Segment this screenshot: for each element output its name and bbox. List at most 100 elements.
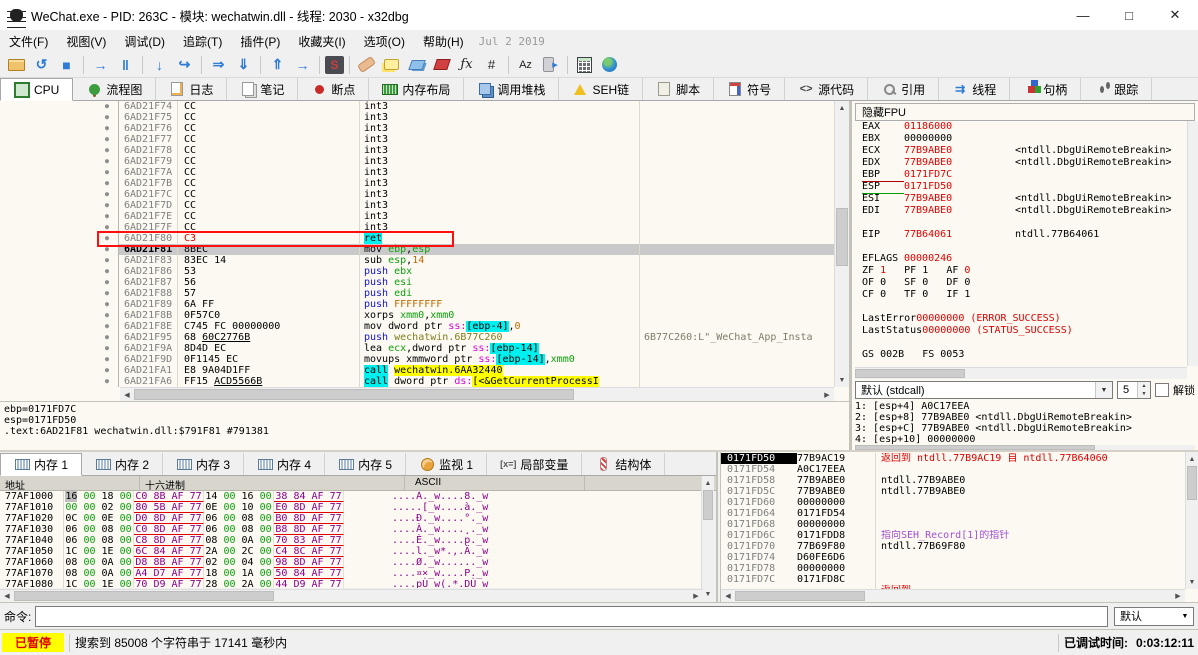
maximize-button[interactable]: □	[1106, 0, 1152, 30]
register-row[interactable]	[855, 217, 1187, 229]
register-row[interactable]: EBX00000000	[855, 133, 1187, 145]
disasm-row[interactable]: ●6AD21F7ACCint3	[0, 167, 834, 178]
disasm-row[interactable]: ●6AD21F76CCint3	[0, 123, 834, 134]
register-row[interactable]: LastError00000000 (ERROR_SUCCESS)	[855, 313, 1187, 325]
disasm-row[interactable]: ●6AD21F7CCCint3	[0, 189, 834, 200]
breakpoint-dot[interactable]: ●	[96, 112, 119, 123]
unlock-checkbox[interactable]	[1155, 383, 1169, 397]
step-over-icon[interactable]: ↪	[173, 54, 196, 75]
register-row[interactable]	[855, 337, 1187, 349]
breakpoint-dot[interactable]: ●	[96, 343, 119, 354]
tab-memory-1[interactable]: 内存 1	[0, 453, 82, 476]
disasm-row[interactable]: ●6AD21F8653push ebx	[0, 266, 834, 277]
disasm-row[interactable]: ●6AD21F7BCCint3	[0, 178, 834, 189]
run-icon[interactable]: →	[89, 54, 112, 75]
scrollbar-thumb[interactable]	[735, 591, 865, 601]
breakpoint-dot[interactable]: ●	[96, 365, 119, 376]
breakpoint-dot[interactable]: ●	[96, 189, 119, 200]
breakpoint-dot[interactable]: ●	[96, 299, 119, 310]
register-row[interactable]: EDI77B9ABE0<ntdll.DbgUiRemoteBreakin>	[855, 205, 1187, 217]
scroll-up-icon[interactable]: ▲	[835, 101, 849, 115]
register-row[interactable]: EAX01186000	[855, 121, 1187, 133]
breakpoint-dot[interactable]: ●	[96, 134, 119, 145]
disasm-row[interactable]: ●6AD21F74CCint3	[0, 101, 834, 112]
scrollbar-thumb[interactable]	[855, 369, 965, 378]
bookmarks-icon[interactable]	[430, 54, 453, 75]
step-into-icon[interactable]: ↓	[148, 54, 171, 75]
scroll-left-icon[interactable]: ◀	[0, 590, 14, 602]
stack-row[interactable]: 0171FD5877B9ABE0ntdll.77B9ABE0	[721, 475, 1185, 486]
dump-row[interactable]: 77AF106008 00 0A 00D8 8B AF 7702 00 04 0…	[0, 557, 703, 568]
disasm-row[interactable]: ●6AD21F8756push esi	[0, 277, 834, 288]
pause-icon[interactable]: ‖	[114, 54, 137, 75]
scroll-left-icon[interactable]: ◀	[120, 388, 134, 401]
tab-references[interactable]: 引用	[868, 78, 939, 100]
breakpoint-dot[interactable]: ●	[96, 101, 119, 112]
breakpoint-dot[interactable]: ●	[96, 277, 119, 288]
stack-row[interactable]: 0171FD5077B9AC19返回到 ntdll.77B9AC19 自 ntd…	[721, 453, 1185, 464]
stack-horizontal-scrollbar[interactable]: ◀ ▶	[721, 589, 1185, 602]
register-row[interactable]	[855, 241, 1187, 253]
breakpoint-dot[interactable]: ●	[96, 178, 119, 189]
open-file-icon[interactable]	[5, 54, 28, 75]
stack-row[interactable]: 0171FD640171FD54	[721, 508, 1185, 519]
stack-row[interactable]: 0171FD6C0171FDD8指向SEH_Record[1]的指针	[721, 530, 1185, 541]
argument-row[interactable]: 1: [esp+4] A0C17EEA	[855, 401, 1195, 412]
scylla-icon[interactable]: S	[325, 56, 344, 74]
breakpoint-dot[interactable]: ●	[96, 222, 119, 233]
tab-memory-4[interactable]: 内存 4	[244, 453, 325, 475]
argument-row[interactable]: 2: [esp+8] 77B9ABE0 <ntdll.DbgUiRemoteBr…	[855, 412, 1195, 423]
breakpoint-dot[interactable]: ●	[96, 266, 119, 277]
disasm-row[interactable]: ●6AD21F79CCint3	[0, 156, 834, 167]
breakpoint-dot[interactable]: ●	[96, 233, 119, 244]
labels-icon[interactable]	[405, 54, 428, 75]
menu-item[interactable]: 帮助(H)	[414, 31, 473, 52]
register-row[interactable]: OF 0 SF 0 DF 0	[855, 277, 1187, 289]
registers-vertical-scrollbar[interactable]	[1187, 121, 1198, 366]
menu-item[interactable]: 视图(V)	[57, 31, 115, 52]
disasm-row[interactable]: ●6AD21F9568 60C2776Bpush wechatwin.6B77C…	[0, 332, 834, 343]
scrollbar-thumb[interactable]	[134, 389, 574, 400]
tab-source[interactable]: <>源代码	[785, 78, 868, 100]
disasm-row[interactable]: ●6AD21F7DCCint3	[0, 200, 834, 211]
scroll-down-icon[interactable]: ▼	[702, 587, 714, 601]
scroll-right-icon[interactable]: ▶	[1171, 590, 1185, 602]
command-input[interactable]	[35, 606, 1108, 627]
tab-log[interactable]: 日志	[156, 78, 227, 100]
comments-icon[interactable]	[380, 54, 403, 75]
menu-item[interactable]: 插件(P)	[231, 31, 289, 52]
dump-horizontal-scrollbar[interactable]: ◀ ▶	[0, 589, 703, 602]
disasm-row[interactable]: ●6AD21F818BECmov ebp,esp	[0, 244, 834, 255]
dump-row[interactable]: 77AF10801C 00 1E 0070 D9 AF 7728 00 2A 0…	[0, 579, 703, 588]
register-row[interactable]: LastStatus00000000 (STATUS_SUCCESS)	[855, 325, 1187, 337]
dump-vertical-scrollbar[interactable]: ▲ ▼	[701, 476, 714, 601]
tab-symbols[interactable]: 符号	[714, 78, 785, 100]
stack-row[interactable]: 0171FD6800000000	[721, 519, 1185, 530]
stop-icon[interactable]: ■	[55, 54, 78, 75]
stack-vertical-scrollbar[interactable]: ▲ ▼	[1185, 452, 1198, 589]
menu-item[interactable]: 追踪(T)	[174, 31, 231, 52]
tab-watch-1[interactable]: 监视 1	[406, 453, 487, 475]
functions-icon[interactable]: ƒx	[455, 54, 478, 75]
scrollbar-thumb[interactable]	[14, 591, 274, 601]
calling-convention-select[interactable]: 默认 (stdcall) ▼	[855, 381, 1113, 399]
stack-row[interactable]: 0171FD7800000000	[721, 563, 1185, 574]
breakpoint-dot[interactable]: ●	[96, 244, 119, 255]
patch-icon[interactable]	[355, 54, 378, 75]
disasm-row[interactable]: ●6AD21F78CCint3	[0, 145, 834, 156]
tab-graph[interactable]: 流程图	[73, 78, 156, 100]
restart-icon[interactable]: ↺	[30, 54, 53, 75]
menu-item[interactable]: 收藏夹(I)	[289, 31, 354, 52]
tab-memory-3[interactable]: 内存 3	[163, 453, 244, 475]
disasm-row[interactable]: ●6AD21F7ECCint3	[0, 211, 834, 222]
execute-till-return-icon[interactable]: ⇑	[266, 54, 289, 75]
stack-row[interactable]: 0171FD7077B69F80ntdll.77B69F80	[721, 541, 1185, 552]
scroll-up-icon[interactable]: ▲	[702, 476, 714, 490]
register-row[interactable]: CF 0 TF 0 IF 1	[855, 289, 1187, 301]
tab-breakpoints[interactable]: 断点	[298, 78, 369, 100]
register-row[interactable]: ZF 1 PF 1 AF 0	[855, 265, 1187, 277]
disasm-row[interactable]: ●6AD21F80C3ret	[0, 233, 834, 244]
tab-memory-5[interactable]: 内存 5	[325, 453, 406, 475]
disasm-row[interactable]: ●6AD21F7FCCint3	[0, 222, 834, 233]
detach-icon[interactable]	[539, 54, 562, 75]
